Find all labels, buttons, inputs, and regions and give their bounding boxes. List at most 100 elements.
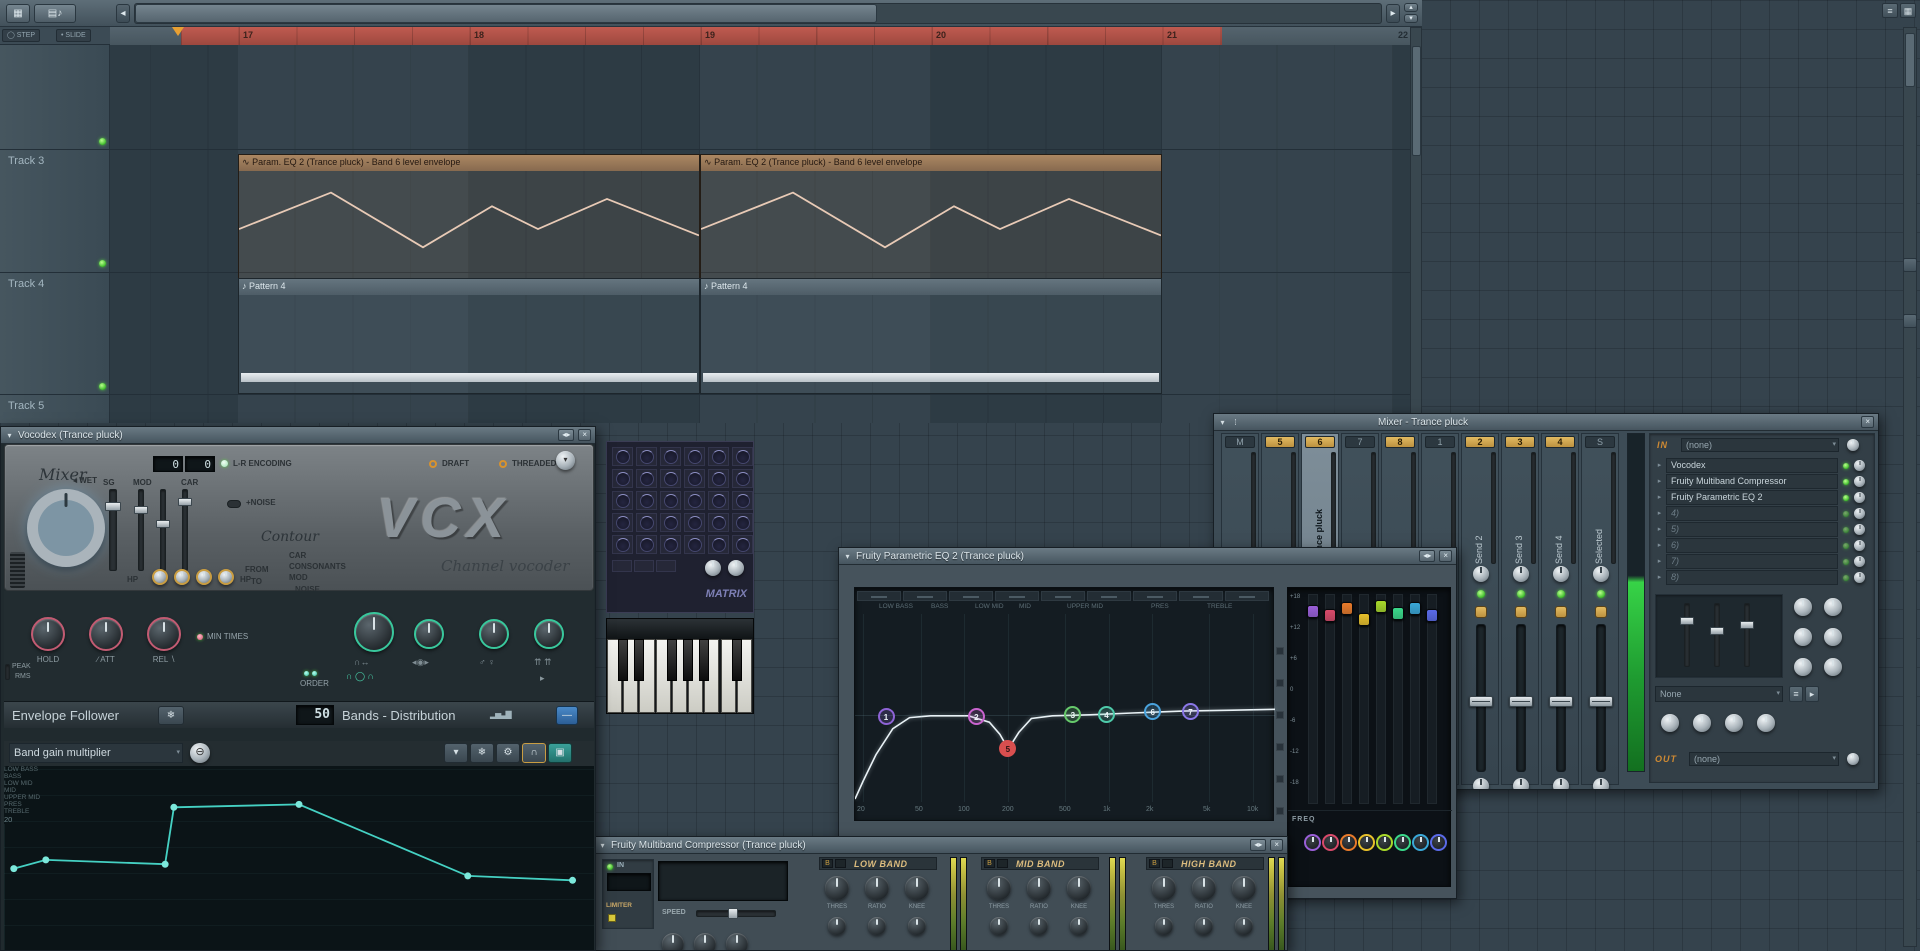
eq-band-toggle[interactable] — [1276, 679, 1284, 687]
vocodex-envelope-curve[interactable] — [8, 794, 590, 950]
detach-icon[interactable]: ◂▸ — [1419, 550, 1436, 562]
matrix-cell-knob[interactable] — [616, 472, 630, 486]
detach-icon[interactable]: ◂▸ — [558, 429, 575, 441]
multiband-knee-knob[interactable] — [1232, 876, 1256, 900]
matrix-cell[interactable] — [636, 447, 657, 466]
fx-slot-mix-knob[interactable] — [1854, 476, 1865, 487]
scroll-right-icon[interactable]: ▸ — [1386, 4, 1400, 23]
eq-band-tab[interactable] — [949, 591, 993, 601]
vocodex-display-right[interactable]: 0 — [185, 456, 215, 472]
matrix-cell[interactable] — [660, 513, 681, 532]
close-icon[interactable]: × — [1270, 839, 1283, 851]
matrix-cell[interactable] — [708, 513, 729, 532]
automation-envelope-curve[interactable] — [239, 171, 699, 279]
mixer-strip[interactable]: S Selected — [1581, 433, 1619, 789]
fx-slot-name[interactable]: 4) — [1666, 506, 1838, 521]
strip-badge[interactable]: 3 — [1505, 436, 1535, 448]
matrix-cell[interactable] — [684, 513, 705, 532]
matrix-cell-knob[interactable] — [664, 538, 678, 552]
contour-item[interactable]: CAR — [289, 551, 306, 560]
editor-tools-icon[interactable]: ⚙ — [496, 743, 520, 763]
pattern-clip[interactable]: ♪ Pattern 4 — [700, 278, 1162, 394]
eq-freq-knob[interactable] — [1376, 834, 1393, 851]
collapse-button[interactable]: — — [556, 706, 578, 725]
mixer-panel-knob[interactable] — [1661, 714, 1679, 732]
fx-slot-led[interactable] — [1843, 527, 1849, 533]
eq-band-toggle[interactable] — [1276, 807, 1284, 815]
eq-band-toggle[interactable] — [1276, 743, 1284, 751]
mixer-in-knob[interactable] — [1847, 439, 1859, 451]
slide-toggle[interactable]: • SLIDE — [56, 29, 91, 42]
fx-slot-row[interactable]: ▸ Fruity Multiband Compressor — [1655, 474, 1873, 489]
eq-band-slider[interactable] — [1325, 594, 1335, 804]
matrix-cell[interactable] — [636, 535, 657, 554]
eq-band-handle-4[interactable]: 4 — [1098, 705, 1115, 723]
mixer-titlebar[interactable]: ▾ ⁞ Mixer - Trance pluck × — [1214, 414, 1878, 431]
matrix-cell[interactable] — [660, 469, 681, 488]
band-mute-button[interactable] — [1162, 859, 1173, 868]
strip-send-knob[interactable] — [1475, 606, 1487, 618]
peak-label[interactable]: PEAK — [12, 663, 31, 670]
gender-knob[interactable] — [479, 619, 509, 649]
vocodex-band-editor[interactable]: LOW BASS BASS LOW MID MID UPPER MID PRES TREBL… — [4, 766, 594, 950]
mixer-eq-slider-thumb[interactable] — [1680, 617, 1694, 625]
multiband-small-knob[interactable] — [1155, 917, 1173, 935]
matrix-cell-knob[interactable] — [736, 472, 750, 486]
timeline-ruler[interactable]: 17 18 19 20 21 22 — [110, 27, 1410, 45]
eq-band-slider-thumb[interactable] — [1426, 608, 1438, 622]
strip-send-knob[interactable] — [1515, 606, 1527, 618]
eq-band-slider-thumb[interactable] — [1324, 608, 1336, 622]
slider-thumb[interactable] — [156, 520, 170, 528]
strip-badge[interactable]: 1 — [1425, 436, 1455, 448]
band-shape-icons[interactable]: ∩ ◯ ∩ — [346, 671, 374, 682]
mixer-panel-knob[interactable] — [1757, 714, 1775, 732]
eq-freq-knob[interactable] — [1340, 834, 1357, 851]
strip-enable-led[interactable] — [1477, 590, 1485, 598]
distribution-icon[interactable]: ▂▅▃▇ — [490, 710, 512, 719]
fx-slot-arrow-icon[interactable]: ▸ — [1655, 476, 1664, 487]
multiband-knee-knob[interactable] — [905, 876, 929, 900]
eq-band-handle-7[interactable]: 7 — [1182, 703, 1199, 721]
piano-black-key[interactable] — [699, 639, 710, 681]
window-menu-icon[interactable]: ▾ — [1218, 418, 1227, 427]
band-mute-button[interactable] — [997, 859, 1008, 868]
min-times-led[interactable] — [197, 634, 203, 640]
matrix-cell[interactable] — [684, 535, 705, 554]
matrix-cell-knob[interactable] — [736, 494, 750, 508]
filter-knob[interactable] — [196, 569, 212, 585]
strip-stereo-knob[interactable] — [1593, 778, 1609, 789]
multiband-band-header[interactable]: B LOW BAND — [819, 857, 937, 870]
matrix-knob[interactable] — [728, 560, 744, 576]
matrix-cell-knob[interactable] — [640, 538, 654, 552]
multiband-band-header[interactable]: B MID BAND — [981, 857, 1099, 870]
fx-slot-name[interactable]: Vocodex — [1666, 458, 1838, 473]
window-menu-icon[interactable]: ▾ — [843, 552, 852, 561]
automation-clip[interactable]: ∿ Param. EQ 2 (Trance pluck) - Band 6 le… — [238, 154, 700, 279]
band-solo-button[interactable]: B — [1149, 859, 1160, 868]
fx-slot-mix-knob[interactable] — [1854, 524, 1865, 535]
mixer-out-dropdown[interactable]: (none) ▾ — [1689, 752, 1839, 766]
strip-pan-knob[interactable] — [1593, 566, 1609, 582]
fx-slot-row[interactable]: ▸ 4) — [1655, 506, 1873, 521]
eq-band-tab[interactable] — [995, 591, 1039, 601]
window-menu-icon[interactable]: ▾ — [5, 431, 14, 440]
matrix-cell[interactable] — [612, 491, 633, 510]
playlist-hscrollbar[interactable] — [134, 3, 1382, 24]
screen-grid-icon[interactable]: ▦ — [1900, 3, 1916, 18]
matrix-cell-knob[interactable] — [712, 472, 726, 486]
matrix-cell[interactable] — [612, 513, 633, 532]
playlist-hscroll-thumb[interactable] — [135, 4, 877, 23]
fx-slot-name[interactable]: 8) — [1666, 570, 1838, 585]
fx-slot-led[interactable] — [1843, 543, 1849, 549]
play-small-icon[interactable]: ▸ — [540, 673, 545, 684]
mixer-panel-knob[interactable] — [1794, 628, 1812, 646]
eq-band-slider-thumb[interactable] — [1409, 602, 1421, 616]
eq-band-toggle[interactable] — [1276, 775, 1284, 783]
matrix-cell[interactable] — [660, 535, 681, 554]
unison-knob[interactable] — [534, 619, 564, 649]
mod-slider[interactable] — [138, 489, 144, 571]
mixer-in-dropdown[interactable]: (none) ▾ — [1681, 438, 1839, 452]
rms-label[interactable]: RMS — [15, 673, 31, 680]
strip-fader-thumb[interactable] — [1509, 696, 1533, 707]
filter-knob[interactable] — [152, 569, 168, 585]
